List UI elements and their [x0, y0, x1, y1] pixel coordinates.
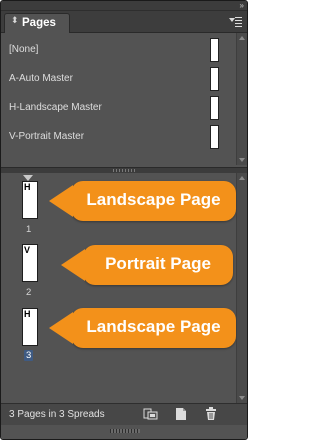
- callout-portrait-page: Portrait Page: [61, 245, 233, 285]
- pages-panel: » ⬍ Pages [None] A-Auto Master H-Landsca…: [0, 0, 248, 440]
- page-number-1: 1: [26, 224, 32, 235]
- master-item-label: [None]: [9, 44, 39, 55]
- masters-scrollbar[interactable]: [236, 33, 247, 165]
- page-master-tag: V: [24, 245, 31, 255]
- master-thumbnail[interactable]: [210, 38, 219, 62]
- delete-page-icon[interactable]: [203, 407, 219, 421]
- divider-grip-icon: [113, 169, 135, 172]
- callout-arrow-icon: [49, 312, 73, 344]
- page-number-3: 3: [24, 350, 34, 361]
- panel-footer: 3 Pages in 3 Spreads: [1, 403, 247, 425]
- master-item-label: A-Auto Master: [9, 73, 73, 84]
- master-item-label: H-Landscape Master: [9, 102, 102, 113]
- resize-grip-icon: [110, 429, 140, 433]
- callout-landscape-page-1: Landscape Page: [49, 181, 236, 221]
- page-master-tag: H: [24, 182, 31, 192]
- page-master-tag: H: [24, 309, 31, 319]
- page-count-status: 3 Pages in 3 Spreads: [9, 409, 105, 420]
- master-thumbnail[interactable]: [210, 96, 219, 120]
- page-thumbnail-3[interactable]: H: [22, 308, 38, 346]
- edit-page-size-icon[interactable]: [143, 407, 159, 421]
- pages-scrollbar[interactable]: [236, 173, 247, 403]
- callout-landscape-page-3: Landscape Page: [49, 308, 236, 348]
- callout-arrow-icon: [61, 249, 85, 281]
- panel-tab-bar: ⬍ Pages: [1, 11, 247, 33]
- masters-section: [None] A-Auto Master H-Landscape Master …: [1, 33, 247, 165]
- panel-top-strip: »: [1, 1, 247, 11]
- callout-label: Portrait Page: [105, 254, 211, 273]
- new-page-icon[interactable]: [173, 407, 189, 421]
- master-item-portrait[interactable]: V-Portrait Master: [1, 122, 235, 150]
- panel-menu-icon[interactable]: [229, 17, 242, 27]
- callout-label: Landscape Page: [86, 190, 221, 209]
- pages-section: H 1 V 2 H 3 Landscape Page Portrait Page…: [1, 173, 247, 403]
- tab-grip-icon: ⬍: [11, 15, 19, 25]
- page-number-2: 2: [26, 287, 32, 298]
- panel-resize-handle[interactable]: [1, 425, 247, 439]
- collapse-panel-icon[interactable]: »: [240, 1, 245, 10]
- scroll-up-icon[interactable]: [239, 176, 245, 180]
- master-item-auto[interactable]: A-Auto Master: [1, 64, 235, 92]
- scroll-down-icon[interactable]: [239, 158, 245, 162]
- callout-label: Landscape Page: [86, 317, 221, 336]
- master-thumbnail[interactable]: [210, 67, 219, 91]
- master-item-landscape[interactable]: H-Landscape Master: [1, 93, 235, 121]
- scroll-up-icon[interactable]: [239, 36, 245, 40]
- callout-arrow-icon: [49, 185, 73, 217]
- master-item-label: V-Portrait Master: [9, 131, 85, 142]
- tab-pages[interactable]: ⬍ Pages: [4, 13, 70, 33]
- tab-pages-label: Pages: [22, 17, 56, 29]
- master-thumbnail[interactable]: [210, 125, 219, 149]
- scroll-down-icon[interactable]: [239, 396, 245, 400]
- page-thumbnail-2[interactable]: V: [22, 244, 38, 282]
- master-item-none[interactable]: [None]: [1, 35, 235, 63]
- page-thumbnail-1[interactable]: H: [22, 181, 38, 219]
